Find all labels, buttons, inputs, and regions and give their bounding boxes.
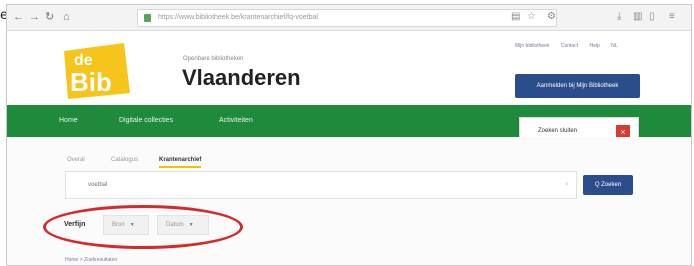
tab-krantenarchief[interactable]: Krantenarchief xyxy=(159,157,202,168)
login-button[interactable]: Aanmelden bij Mijn Bibliotheek xyxy=(515,74,640,98)
search-button[interactable]: Q Zoeken xyxy=(583,175,633,195)
lock-icon xyxy=(144,14,151,22)
url-text: https://www.bibliotheek.be/krantenarchie… xyxy=(158,14,318,21)
back-icon[interactable]: ← xyxy=(13,10,24,24)
logo-line2: Bib xyxy=(70,67,112,97)
sidebar-icon[interactable]: ▯ xyxy=(649,11,655,22)
page-actions-icon[interactable]: ▤ xyxy=(511,11,520,22)
top-links: Mijn bibliotheek Contact Help NL xyxy=(515,43,628,49)
settings-icon[interactable]: ⚙ xyxy=(547,11,556,22)
tab-overal[interactable]: Overal xyxy=(67,157,85,163)
search-input[interactable]: voetbal xyxy=(65,171,577,199)
home-icon[interactable]: ⌂ xyxy=(63,10,70,24)
toplink-help[interactable]: Help xyxy=(589,43,599,49)
bookmark-star-icon[interactable]: ☆ xyxy=(527,11,536,22)
nav-item-digital-collections[interactable]: Digitale collecties xyxy=(119,117,173,124)
nav-item-home[interactable]: Home xyxy=(59,117,78,124)
language-selector[interactable]: NL xyxy=(611,43,617,49)
clear-search-icon[interactable]: × xyxy=(565,182,569,188)
tab-catalogus[interactable]: Catalogus xyxy=(111,157,138,163)
toplink-contact[interactable]: Contact xyxy=(561,43,578,49)
browser-window: ← → ↻ ⌂ https://www.bibliotheek.be/krant… xyxy=(6,4,692,266)
forward-icon[interactable]: → xyxy=(29,10,40,24)
url-bar[interactable]: https://www.bibliotheek.be/krantenarchie… xyxy=(137,9,557,27)
download-icon[interactable]: ⤓ xyxy=(617,11,621,22)
menu-icon[interactable]: ≡ xyxy=(669,11,675,22)
close-search-label: Zoeken sluiten xyxy=(538,128,578,134)
breadcrumb[interactable]: Home > Zoekresultaten xyxy=(65,257,117,263)
library-icon[interactable]: ▥ xyxy=(633,11,642,22)
reload-icon[interactable]: ↻ xyxy=(45,10,54,24)
site-title: Vlaanderen xyxy=(182,65,301,90)
site-subtitle: Openbare bibliotheken xyxy=(183,56,244,62)
toplink-my-library[interactable]: Mijn bibliotheek xyxy=(515,43,549,49)
debib-logo[interactable]: de Bib xyxy=(60,41,132,101)
browser-toolbar: ← → ↻ ⌂ https://www.bibliotheek.be/krant… xyxy=(7,5,691,31)
nav-item-activities[interactable]: Activiteiten xyxy=(219,117,253,124)
annotation-ellipse xyxy=(43,205,243,249)
